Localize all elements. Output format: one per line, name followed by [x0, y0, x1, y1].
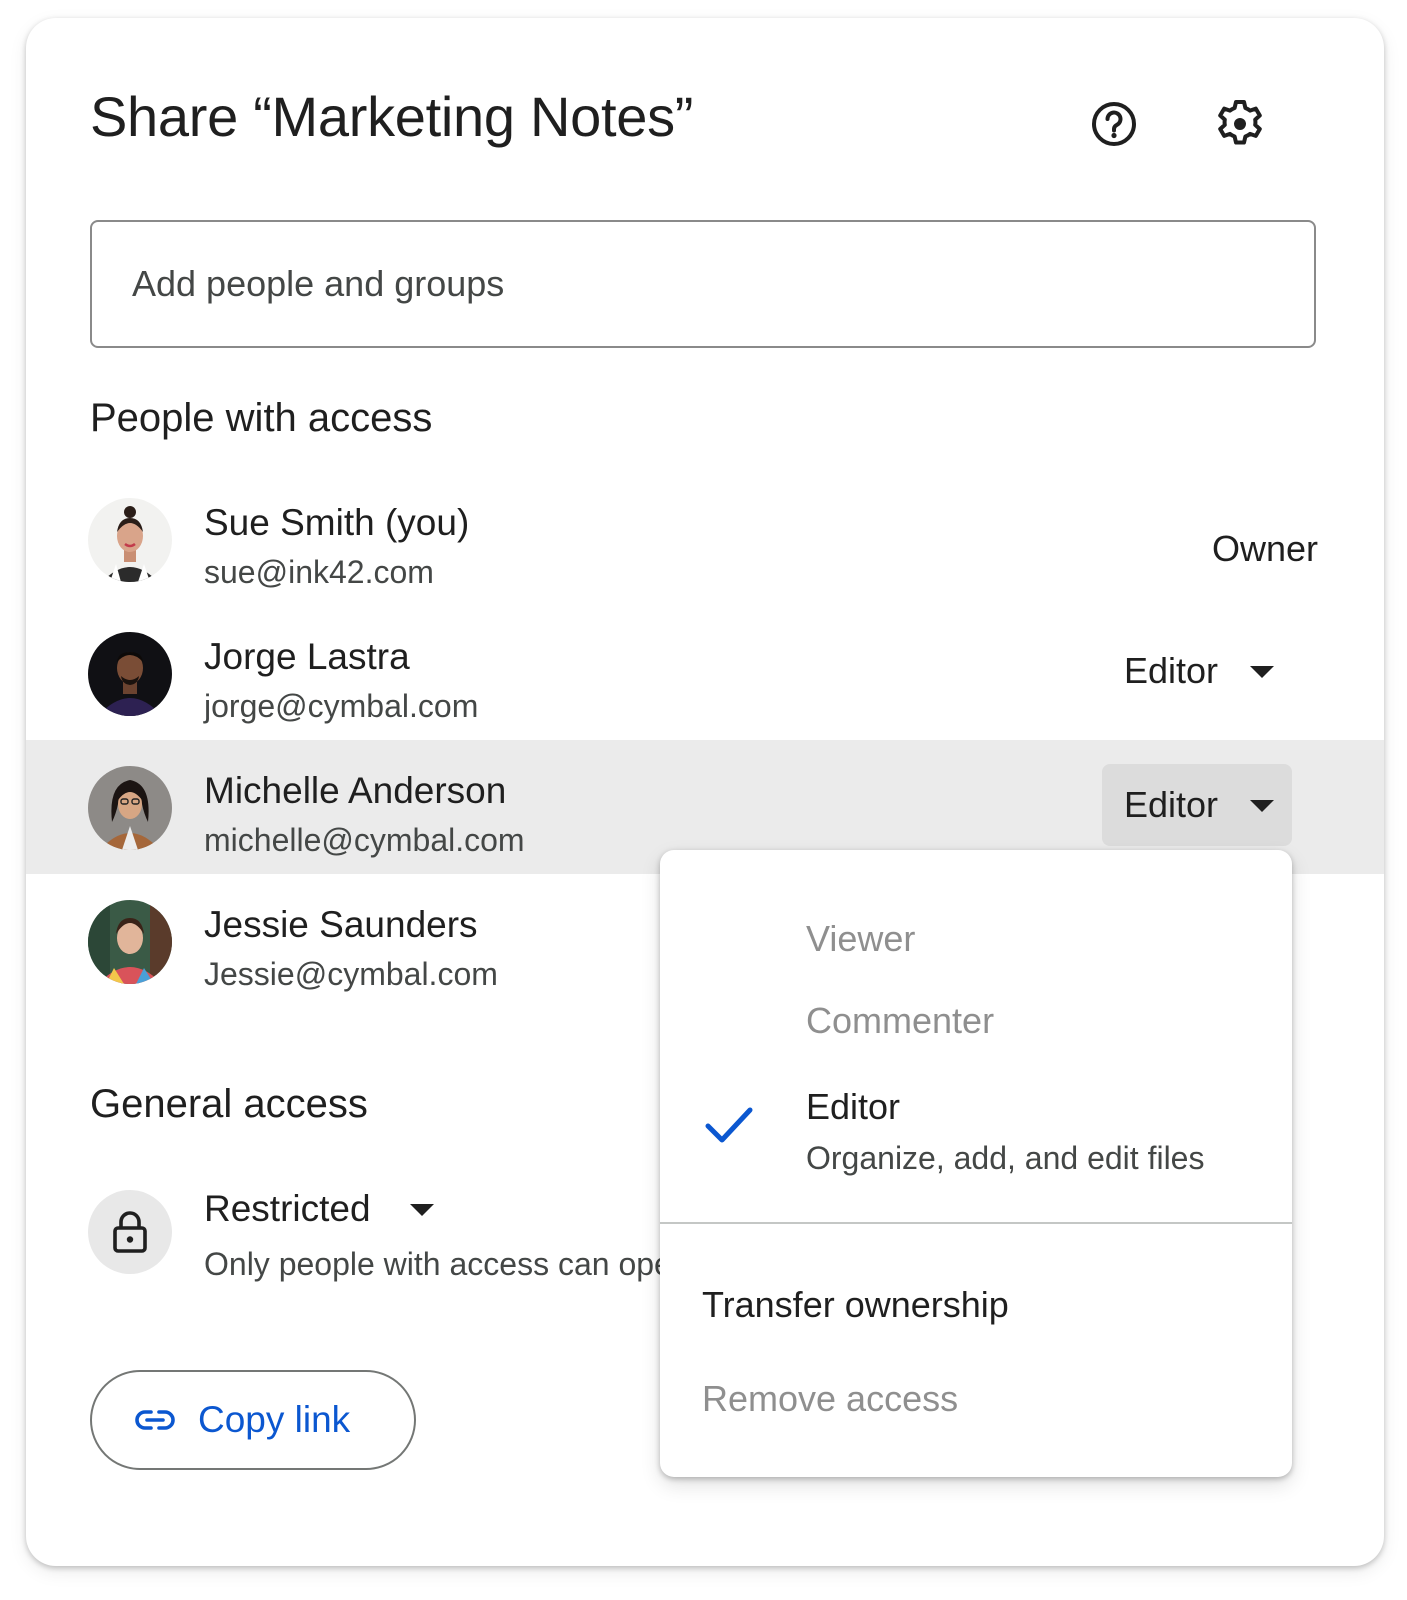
menu-item-commenter[interactable]: Commenter [806, 1000, 994, 1042]
lock-icon [113, 1211, 147, 1253]
general-access-dropdown[interactable]: Restricted [204, 1188, 371, 1230]
avatar [88, 632, 172, 716]
person-name: Michelle Anderson [204, 770, 507, 811]
dialog-title: Share “Marketing Notes” [90, 85, 694, 148]
role-dropdown[interactable]: Editor [1102, 764, 1292, 846]
caret-down-icon [1250, 800, 1274, 812]
person-row-jorge: Jorge Lastra jorge@cymbal.com Editor [26, 606, 1384, 740]
person-email: sue@ink42.com [204, 554, 434, 590]
role-dropdown-label: Editor [1124, 650, 1219, 691]
avatar [88, 498, 172, 582]
add-people-field[interactable] [90, 220, 1316, 348]
caret-down-icon [1250, 666, 1274, 678]
person-name: Sue Smith (you) [204, 502, 470, 543]
lock-icon-container [88, 1190, 172, 1274]
role-menu: Viewer Commenter Editor Organize, add, a… [660, 850, 1292, 1477]
menu-divider [660, 1222, 1292, 1224]
person-email: jorge@cymbal.com [204, 688, 479, 724]
menu-item-remove-access[interactable]: Remove access [702, 1378, 958, 1420]
role-dropdown[interactable]: Editor [1102, 630, 1292, 712]
settings-gear-icon [1218, 100, 1262, 145]
avatar [88, 900, 172, 984]
menu-item-viewer[interactable]: Viewer [806, 918, 915, 960]
general-access-heading: General access [90, 1082, 368, 1126]
help-icon [1092, 102, 1136, 146]
people-with-access-heading: People with access [90, 396, 433, 440]
role-label: Owner [1211, 528, 1318, 569]
help-button[interactable] [1086, 96, 1142, 152]
person-name: Jessie Saunders [204, 904, 478, 945]
checkmark-icon [705, 1107, 753, 1143]
caret-down-icon[interactable] [410, 1204, 434, 1216]
role-dropdown-label: Editor [1124, 784, 1219, 825]
copy-link-label: Copy link [198, 1399, 351, 1440]
person-email: Jessie@cymbal.com [204, 956, 498, 992]
copy-link-button[interactable]: Copy link [90, 1370, 416, 1470]
menu-item-editor[interactable]: Editor [806, 1086, 900, 1128]
settings-button[interactable] [1212, 96, 1268, 152]
avatar [88, 766, 172, 850]
person-email: michelle@cymbal.com [204, 822, 525, 858]
person-row-sue: Sue Smith (you) sue@ink42.com Owner [26, 472, 1384, 606]
menu-item-editor-description: Organize, add, and edit files [806, 1140, 1205, 1176]
link-icon [135, 1410, 175, 1430]
person-name: Jorge Lastra [204, 636, 410, 677]
share-dialog: Share “Marketing Notes” People with acce… [26, 18, 1384, 1566]
menu-item-transfer-ownership[interactable]: Transfer ownership [702, 1284, 1009, 1326]
add-people-input[interactable] [92, 222, 1314, 346]
